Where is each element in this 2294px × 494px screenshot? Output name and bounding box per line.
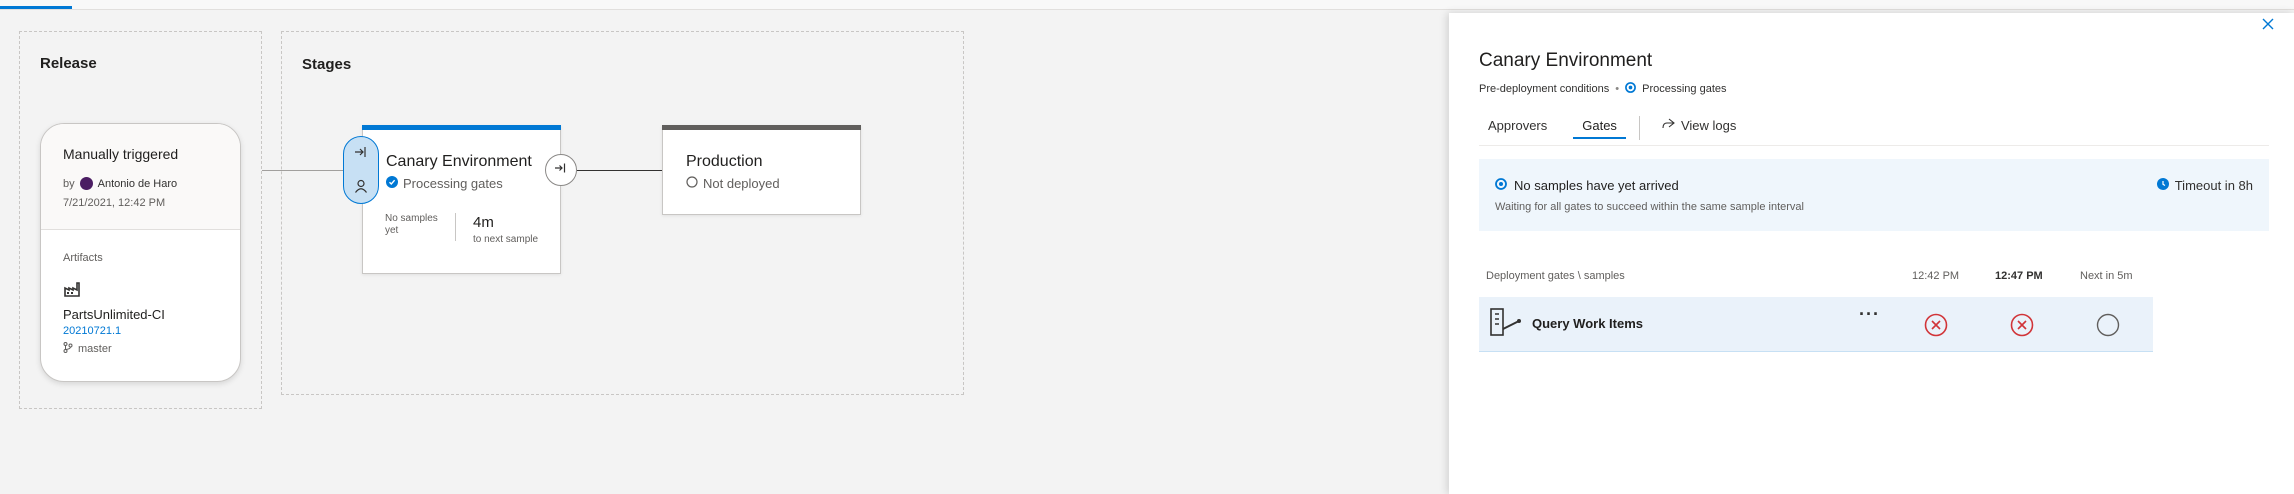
- canary-status-text: Processing gates: [403, 176, 503, 191]
- samples-summary: No samples yet: [385, 213, 438, 236]
- tabs-divider: [1479, 145, 2269, 146]
- triggered-by-name: Antonio de Haro: [97, 177, 178, 190]
- canary-to-production-connector: [577, 170, 663, 171]
- gate-name: Query Work Items: [1532, 316, 1644, 331]
- branch-icon: [63, 342, 73, 356]
- post-deployment-conditions-button[interactable]: [545, 154, 577, 186]
- canary-environment-status: Processing gates: [386, 176, 503, 191]
- pending-icon: [2096, 313, 2120, 342]
- active-tab-indicator: [0, 6, 72, 9]
- tab-separator: [1638, 116, 1640, 140]
- failed-icon[interactable]: [1924, 313, 1948, 342]
- panel-subtitle: Pre-deployment conditions • Processing g…: [1479, 82, 1727, 96]
- banner-title-text: No samples have yet arrived: [1514, 178, 1679, 193]
- processing-icon: [1625, 82, 1637, 96]
- production-status-text: Not deployed: [703, 176, 780, 191]
- tab-gates[interactable]: Gates: [1573, 116, 1626, 139]
- stats-divider: [455, 213, 456, 241]
- failed-icon[interactable]: [2010, 313, 2034, 342]
- trigger-title: Manually triggered: [63, 146, 179, 162]
- next-sample-time: 4m: [473, 214, 494, 231]
- timeout-text: Timeout in 8h: [2174, 178, 2253, 193]
- stages-section-title: Stages: [302, 56, 352, 73]
- next-sample-label: to next sample: [473, 234, 539, 245]
- artifact-name: PartsUnlimited-CI: [63, 307, 165, 322]
- canary-status-bar: [362, 125, 561, 130]
- close-panel-button[interactable]: [2260, 16, 2276, 32]
- subtitle-separator: •: [1615, 83, 1620, 95]
- processing-icon: [386, 176, 398, 191]
- release-section-title: Release: [40, 55, 97, 72]
- triggered-by: by Antonio de Haro: [63, 177, 177, 190]
- artifacts-label: Artifacts: [63, 252, 103, 264]
- sample-column-header: 12:42 PM: [1912, 270, 1960, 282]
- query-work-items-icon: [1489, 307, 1523, 344]
- sample-column-header: 12:47 PM: [1995, 270, 2043, 282]
- by-prefix: by: [63, 177, 75, 190]
- banner-title: No samples have yet arrived: [1495, 178, 1679, 193]
- gates-status-banner: No samples have yet arrived Waiting for …: [1479, 159, 2269, 231]
- panel-subtitle-status: Processing gates: [1642, 83, 1727, 95]
- gate-row[interactable]: Query Work Items ···: [1479, 297, 2153, 352]
- production-environment-card[interactable]: Production Not deployed: [662, 125, 861, 215]
- post-deployment-icon: [554, 161, 568, 180]
- top-navigation-bar: [0, 0, 2294, 10]
- pre-deployment-gates-icon: [353, 144, 369, 165]
- avatar: [79, 177, 93, 190]
- clock-icon: [2156, 178, 2169, 193]
- close-icon: [2260, 18, 2276, 36]
- pre-deployment-conditions-button[interactable]: [343, 136, 379, 204]
- trigger-date: 7/21/2021, 12:42 PM: [63, 197, 166, 209]
- view-logs-label: View logs: [1680, 118, 1737, 133]
- canary-environment-card[interactable]: Canary Environment Processing gates No s…: [362, 125, 561, 274]
- pre-deployment-approvers-icon: [354, 179, 368, 198]
- tab-approvers[interactable]: Approvers: [1479, 116, 1556, 139]
- artifact-build-link[interactable]: 20210721.1: [63, 325, 121, 337]
- banner-subtitle: Waiting for all gates to succeed within …: [1495, 201, 1804, 213]
- processing-icon: [1495, 178, 1507, 193]
- panel-subtitle-text: Pre-deployment conditions: [1479, 83, 1610, 95]
- share-arrow-icon: [1661, 118, 1675, 133]
- artifact-branch-name: master: [78, 343, 112, 355]
- production-status-bar: [662, 125, 861, 130]
- production-environment-status: Not deployed: [686, 176, 780, 191]
- grid-header-label: Deployment gates \ samples: [1486, 270, 1625, 282]
- production-environment-name: Production: [686, 153, 763, 170]
- more-options-button[interactable]: ···: [1859, 304, 1880, 325]
- view-logs-link[interactable]: View logs: [1652, 116, 1745, 139]
- sample-column-header: Next in 5m: [2080, 270, 2133, 282]
- artifact-branch: master: [63, 342, 112, 356]
- canary-environment-name: Canary Environment: [386, 153, 532, 170]
- not-deployed-icon: [686, 176, 698, 191]
- panel-title: Canary Environment: [1479, 50, 1653, 71]
- panel-tabs: Approvers Gates View logs: [1479, 116, 1762, 144]
- build-artifact-icon: [63, 280, 81, 303]
- timeout-indicator: Timeout in 8h: [2156, 178, 2253, 193]
- release-card[interactable]: Manually triggered by Antonio de Haro 7/…: [40, 123, 241, 382]
